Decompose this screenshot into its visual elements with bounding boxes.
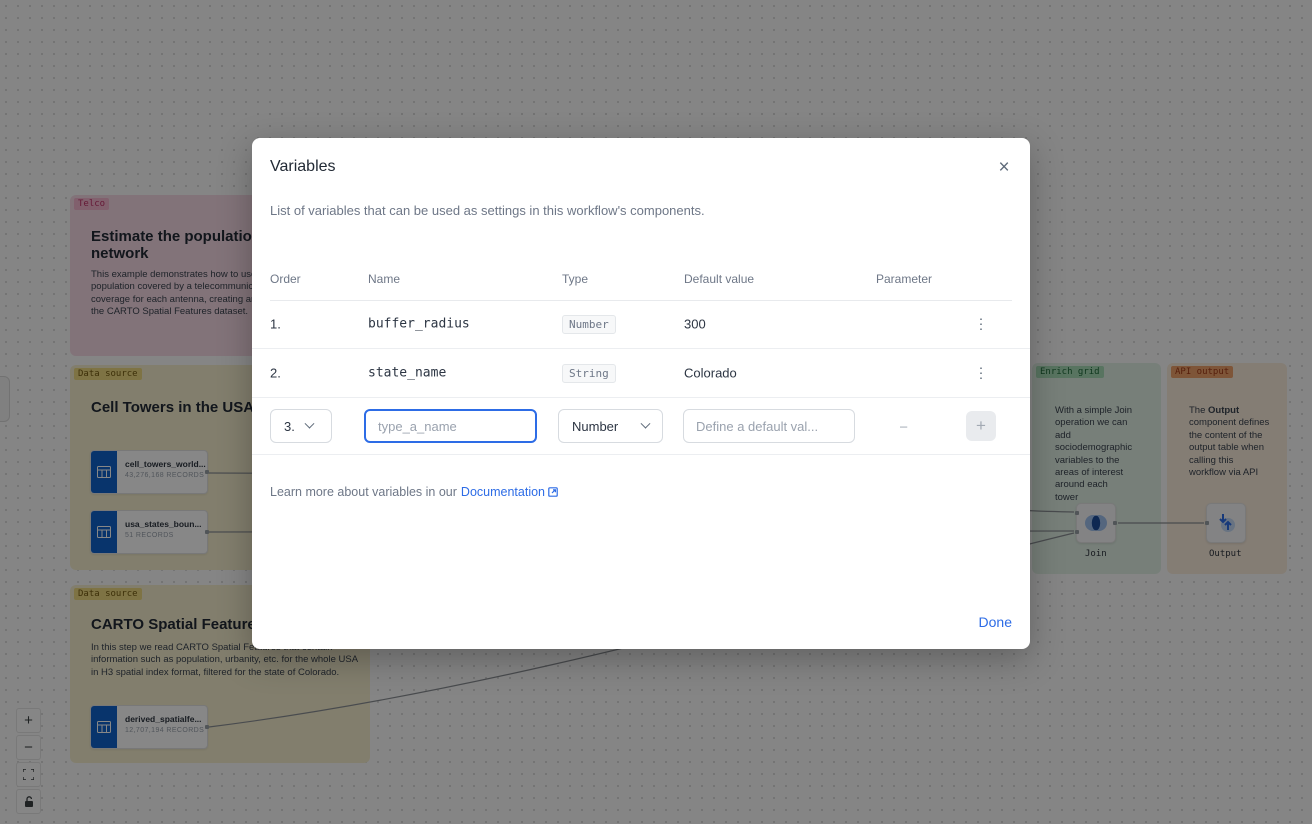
toggle-knob [882,327,894,339]
modal-footer: Learn more about variables in our Docume… [270,485,558,499]
parameter-placeholder: – [900,419,907,434]
default-value: Colorado [684,366,737,381]
close-icon[interactable]: × [992,156,1016,180]
name-field [364,409,537,443]
row-order: 2. [270,366,281,381]
col-order: Order [270,272,301,286]
table-header: Order Name Type Default value Parameter [252,272,1030,300]
external-link-icon [548,487,558,497]
type-value: Number [572,419,618,434]
type-badge: String [562,364,616,383]
col-parameter: Parameter [876,272,932,286]
add-variable-button[interactable]: + [966,411,996,441]
toggle-knob [882,376,894,388]
variable-row-buffer-radius: 1. buffer_radius Number 300 ⋮ [252,300,1030,349]
variables-modal: Variables × List of variables that can b… [252,138,1030,649]
default-value-input[interactable] [684,410,854,442]
documentation-link[interactable]: Documentation [461,485,545,499]
col-default-value: Default value [684,272,754,286]
order-value: 3. [284,419,295,434]
col-name: Name [368,272,400,286]
variable-name: state_name [368,366,446,381]
default-value-field [683,409,855,443]
row-menu-icon[interactable]: ⋮ [971,365,991,382]
col-type: Type [562,272,588,286]
chevron-down-icon [304,418,314,428]
row-menu-icon[interactable]: ⋮ [971,316,991,333]
done-button[interactable]: Done [979,614,1012,630]
variable-name-input[interactable] [366,411,535,441]
order-select[interactable]: 3. [270,409,332,443]
row-order: 1. [270,317,281,332]
new-variable-row: 3. Number – + [252,398,1030,455]
variable-name: buffer_radius [368,317,470,332]
variable-row-state-name: 2. state_name String Colorado ⋮ [252,349,1030,398]
footer-text: Learn more about variables in our [270,485,457,499]
default-value: 300 [684,317,706,332]
chevron-down-icon [641,418,651,428]
modal-description: List of variables that can be used as se… [270,203,705,218]
type-select[interactable]: Number [558,409,663,443]
modal-title: Variables [270,158,336,176]
type-badge: Number [562,315,616,334]
